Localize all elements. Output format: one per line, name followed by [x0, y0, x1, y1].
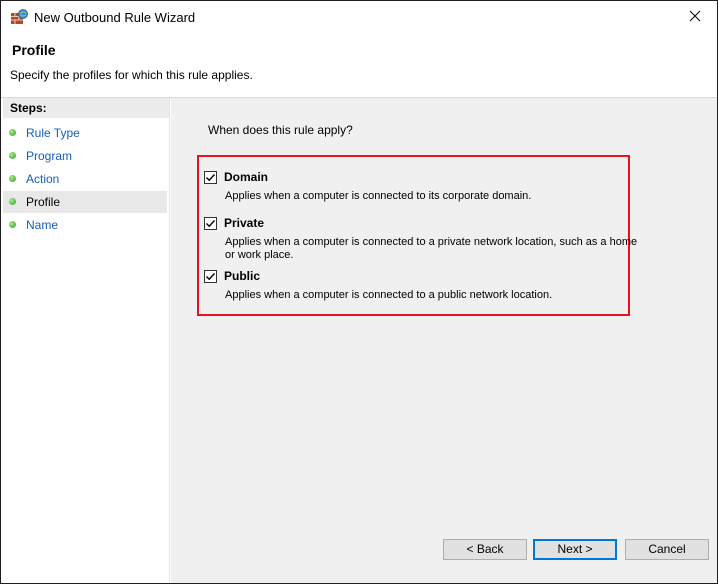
profile-question: When does this rule apply? [208, 123, 353, 137]
firewall-icon [11, 9, 29, 25]
checkmark-icon [206, 174, 216, 182]
steps-panel: Steps: Rule Type Program Action Profile … [3, 98, 170, 582]
private-checkbox[interactable] [204, 217, 217, 230]
close-icon [689, 9, 701, 27]
step-complete-icon [9, 129, 16, 136]
close-button[interactable] [672, 1, 717, 34]
private-description: Applies when a computer is connected to … [225, 236, 638, 261]
window-title: New Outbound Rule Wizard [34, 10, 196, 25]
back-button[interactable]: < Back [443, 539, 527, 560]
private-label[interactable]: Private [224, 216, 264, 230]
public-checkbox[interactable] [204, 270, 217, 283]
step-label: Program [26, 149, 73, 163]
next-button[interactable]: Next > [533, 539, 617, 560]
checkmark-icon [206, 220, 216, 228]
step-complete-icon [9, 198, 16, 205]
step-complete-icon [9, 175, 16, 182]
step-label: Action [26, 172, 60, 186]
step-program[interactable]: Program [3, 145, 167, 167]
step-label: Name [26, 218, 59, 232]
domain-description: Applies when a computer is connected to … [225, 190, 532, 202]
domain-checkbox[interactable] [204, 171, 217, 184]
main-panel: When does this rule apply? Domain Applie… [171, 98, 717, 583]
public-description: Applies when a computer is connected to … [225, 289, 553, 301]
step-name[interactable]: Name [3, 214, 167, 236]
step-rule-type[interactable]: Rule Type [3, 122, 167, 144]
page-title: Profile [12, 42, 56, 58]
domain-label[interactable]: Domain [224, 170, 268, 184]
wizard-window: New Outbound Rule Wizard Profile Specify… [0, 0, 718, 584]
wizard-header: Profile Specify the profiles for which t… [1, 34, 717, 98]
step-complete-icon [9, 221, 16, 228]
title-bar: New Outbound Rule Wizard [1, 1, 717, 34]
steps-title: Steps: [3, 98, 169, 118]
cancel-button[interactable]: Cancel [625, 539, 709, 560]
step-complete-icon [9, 152, 16, 159]
checkmark-icon [206, 273, 216, 281]
step-label: Rule Type [26, 126, 80, 140]
public-label[interactable]: Public [224, 269, 260, 283]
page-description: Specify the profiles for which this rule… [10, 68, 253, 82]
step-profile: Profile [3, 191, 167, 213]
step-label: Profile [26, 195, 61, 209]
step-action[interactable]: Action [3, 168, 167, 190]
